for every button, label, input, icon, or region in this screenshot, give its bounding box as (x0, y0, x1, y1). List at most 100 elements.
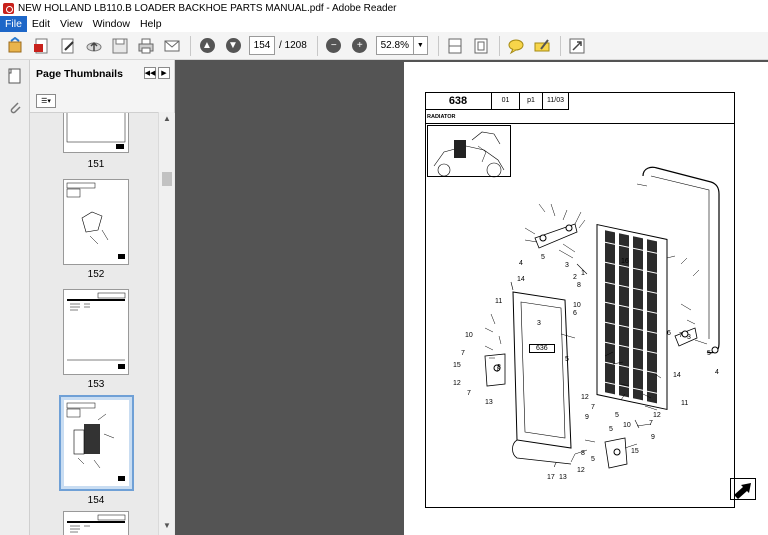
document-viewport[interactable]: 638 01 p1 11/03 RADIATOR 636 16 4 5 3 2 … (175, 60, 768, 535)
cloud-upload-icon[interactable] (84, 36, 104, 56)
part-number: 3 (537, 320, 541, 327)
part-number: 10 (623, 422, 631, 429)
thumbnail-number: 151 (87, 159, 105, 170)
page-total: / 1208 (279, 40, 307, 51)
part-number: 6 (573, 310, 577, 317)
menu-view[interactable]: View (55, 16, 88, 32)
part-number: 1 (581, 270, 585, 277)
window-title: NEW HOLLAND LB110.B LOADER BACKHOE PARTS… (18, 2, 397, 14)
highlight-icon[interactable] (532, 36, 552, 56)
thumbnail-number: 153 (87, 379, 105, 390)
scroll-down-icon[interactable]: ▼ (159, 521, 175, 533)
thumbnail-page-selected[interactable] (59, 395, 134, 491)
zoom-dropdown-icon[interactable]: ▼ (413, 36, 428, 55)
part-number: 4 (715, 369, 719, 376)
fullscreen-icon[interactable] (567, 36, 587, 56)
part-number: 15 (631, 448, 639, 455)
toolbar-separator (559, 35, 561, 56)
plus-icon: + (352, 38, 368, 53)
comment-icon[interactable] (506, 36, 526, 56)
part-number: 5 (609, 426, 613, 433)
part-number: 5 (591, 456, 595, 463)
thumbnail-page[interactable] (63, 179, 129, 265)
part-number: 17 (547, 474, 555, 481)
thumbnail-options-button[interactable]: ☰▾ (36, 94, 56, 108)
menu-bar: File Edit View Window Help (0, 16, 768, 32)
save-icon[interactable] (110, 36, 130, 56)
part-number: 14 (517, 276, 525, 283)
toolbar-separator (190, 35, 191, 56)
thumbnails-scrollbar[interactable]: ▲ ▼ (158, 112, 174, 535)
part-number: 9 (651, 434, 655, 441)
page-thumbnails-icon[interactable] (7, 68, 23, 84)
arrow-up-icon: ▲ (199, 38, 215, 53)
menu-window[interactable]: Window (88, 16, 135, 32)
fit-width-icon[interactable] (445, 36, 465, 56)
part-number: 7 (553, 462, 557, 469)
section-title: RADIATOR (427, 114, 456, 120)
header-cell: 01 (492, 92, 520, 110)
part-number: 8 (497, 364, 501, 371)
part-number: 8 (577, 282, 581, 289)
menu-help[interactable]: Help (135, 16, 167, 32)
part-number: 5 (541, 254, 545, 261)
menu-file[interactable]: File (0, 16, 27, 32)
part-number: 7 (591, 404, 595, 411)
part-number: 12 (453, 380, 461, 387)
part-number: 4 (519, 260, 523, 267)
previous-page-button[interactable]: ▲ (197, 36, 217, 56)
navigation-strip (0, 60, 30, 535)
page-header-table: 638 01 p1 11/03 (425, 92, 569, 110)
expand-panel-button[interactable]: ▶ (158, 67, 170, 79)
page-code: 638 (425, 92, 492, 110)
page-number-input[interactable]: 154 (249, 36, 275, 55)
collapse-panel-button[interactable]: ◀◀ (144, 67, 156, 79)
part-number: 11 (495, 298, 503, 305)
fit-page-icon[interactable] (471, 36, 491, 56)
toolbar-separator (316, 35, 318, 56)
part-number: 11 (681, 400, 689, 407)
thumbnails-list[interactable]: 151 152 153 154 (30, 112, 175, 535)
part-number: 2 (573, 274, 577, 281)
next-page-button[interactable]: ▼ (223, 36, 243, 56)
reference-callout: 636 (529, 344, 555, 353)
continue-arrow-icon (730, 478, 756, 500)
part-number: 7 (467, 390, 471, 397)
zoom-input[interactable]: 52.8% (375, 36, 414, 55)
thumbnails-panel: Page Thumbnails ◀◀ ▶ ☰▾ 151 152 153 154 (30, 60, 175, 535)
thumbnail-page[interactable] (63, 113, 129, 153)
part-number: 9 (585, 414, 589, 421)
create-pdf-icon[interactable] (32, 36, 52, 56)
part-number: 15 (453, 362, 461, 369)
header-cell: p1 (520, 92, 543, 110)
exploded-parts-diagram: 636 16 4 5 3 2 1 14 8 11 10 6 3 10 7 6 7… (425, 124, 735, 508)
open-file-icon[interactable] (6, 36, 26, 56)
scroll-up-icon[interactable]: ▲ (159, 114, 175, 126)
part-number: 12 (581, 394, 589, 401)
adobe-reader-icon (3, 2, 14, 14)
part-number: 12 (653, 412, 661, 419)
part-number: 3 (565, 262, 569, 269)
thumbnail-number: 152 (87, 269, 105, 280)
menu-edit[interactable]: Edit (27, 16, 55, 32)
thumbnail-page[interactable] (63, 289, 129, 375)
part-number: 13 (485, 399, 493, 406)
part-number: 5 (565, 356, 569, 363)
part-number: 3 (687, 334, 691, 341)
minus-icon: − (326, 38, 342, 53)
thumbnail-page[interactable] (63, 511, 129, 535)
part-number: 5 (707, 350, 711, 357)
title-bar: NEW HOLLAND LB110.B LOADER BACKHOE PARTS… (0, 0, 768, 16)
panel-title: Page Thumbnails (36, 68, 123, 80)
scrollbar-thumb[interactable] (162, 172, 172, 186)
edit-pdf-icon[interactable] (58, 36, 78, 56)
attachments-icon[interactable] (7, 100, 23, 116)
pdf-page: 638 01 p1 11/03 RADIATOR 636 16 4 5 3 2 … (404, 62, 768, 535)
part-number: 12 (577, 467, 585, 474)
part-number: 7 (461, 350, 465, 357)
part-number: 6 (667, 330, 671, 337)
zoom-in-button[interactable]: + (350, 36, 370, 56)
zoom-out-button[interactable]: − (324, 36, 344, 56)
print-icon[interactable] (136, 36, 156, 56)
email-icon[interactable] (162, 36, 182, 56)
